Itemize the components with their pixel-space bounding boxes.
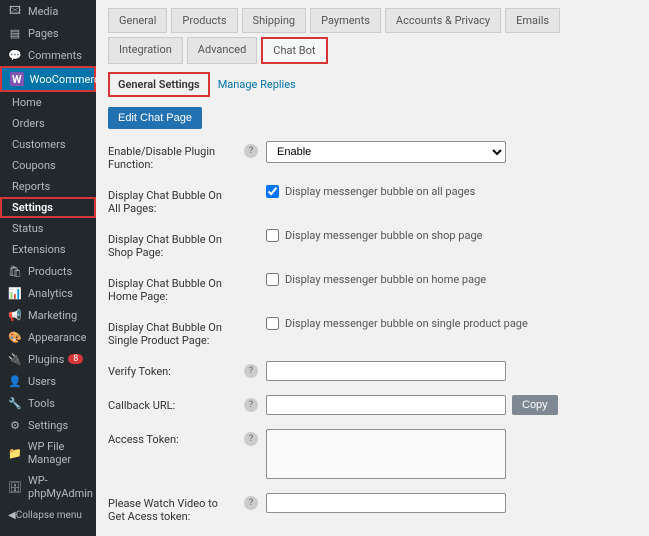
subtab-manage-replies[interactable]: Manage Replies xyxy=(210,74,304,95)
sidebar-item-comments[interactable]: 💬 Comments xyxy=(0,44,96,66)
sidebar-item-pages[interactable]: ▤ Pages xyxy=(0,22,96,44)
admin-sidebar: 🖾 Media ▤ Pages 💬 Comments W WooCommerce Hom… xyxy=(0,0,96,536)
analytics-icon: 📊 xyxy=(8,286,22,300)
label-video: Please Watch Video to Get Acess token: xyxy=(108,493,238,523)
sidebar-item-label: Products xyxy=(28,265,72,278)
tab-advanced[interactable]: Advanced xyxy=(187,37,257,64)
products-icon: 🛍 xyxy=(8,264,22,278)
appearance-icon: 🎨 xyxy=(8,330,22,344)
label-single: Display Chat Bubble On Single Product Pa… xyxy=(108,317,238,347)
sidebar-item-marketing[interactable]: 📢 Marketing xyxy=(0,304,96,326)
tab-chatbot[interactable]: Chat Bot xyxy=(261,37,327,64)
label-verify: Verify Token: xyxy=(108,361,238,378)
label-shop: Display Chat Bubble On Shop Page: xyxy=(108,229,238,259)
users-icon: 👤 xyxy=(8,374,22,388)
collapse-menu[interactable]: ◀Collapse menu xyxy=(0,504,96,527)
collapse-icon: ◀ xyxy=(8,510,16,521)
sidebar-item-products[interactable]: 🛍 Products xyxy=(0,260,96,282)
sidebar-item-label: WP File Manager xyxy=(28,440,88,466)
sidebar-sub-orders[interactable]: Orders xyxy=(0,113,96,134)
settings-tabs: General Products Shipping Payments Accou… xyxy=(108,8,637,64)
sidebar-item-label: Marketing xyxy=(28,309,77,322)
db-icon: 🗄 xyxy=(8,480,22,494)
help-icon[interactable]: ? xyxy=(244,398,258,412)
sidebar-item-appearance[interactable]: 🎨 Appearance xyxy=(0,326,96,348)
sub-tabs: General Settings Manage Replies xyxy=(108,72,637,97)
sidebar-item-tools[interactable]: 🔧 Tools xyxy=(0,392,96,414)
label-home: Display Chat Bubble On Home Page: xyxy=(108,273,238,303)
file-icon: 📁 xyxy=(8,446,22,460)
sidebar-item-wpfilemanager[interactable]: 📁 WP File Manager xyxy=(0,436,96,470)
help-icon[interactable]: ? xyxy=(244,496,258,510)
checkbox-home[interactable] xyxy=(266,273,279,286)
sidebar-item-label: Settings xyxy=(28,419,68,432)
tab-shipping[interactable]: Shipping xyxy=(242,8,307,33)
plugins-icon: 🔌 xyxy=(8,352,22,366)
label-enable: Enable/Disable Plugin Function: xyxy=(108,141,238,171)
sidebar-sub-extensions[interactable]: Extensions xyxy=(0,239,96,260)
sidebar-item-label: Pages xyxy=(28,27,59,40)
label-access: Access Token: xyxy=(108,429,238,446)
access-token-input[interactable] xyxy=(266,429,506,479)
sidebar-item-label: Media xyxy=(28,5,58,18)
woocommerce-icon: W xyxy=(10,72,24,86)
checkbox-single[interactable] xyxy=(266,317,279,330)
sidebar-item-settings[interactable]: ⚙ Settings xyxy=(0,414,96,436)
sidebar-sub-settings[interactable]: Settings xyxy=(0,197,96,218)
sidebar-item-label: Plugins xyxy=(28,353,64,366)
label-callback: Callback URL: xyxy=(108,395,238,412)
cb-label-allpages: Display messenger bubble on all pages xyxy=(285,185,475,198)
media-icon: 🖾 xyxy=(8,4,22,18)
tab-integration[interactable]: Integration xyxy=(108,37,183,64)
sidebar-item-woocommerce[interactable]: W WooCommerce xyxy=(0,66,96,92)
marketing-icon: 📢 xyxy=(8,308,22,322)
sidebar-item-label: WooCommerce xyxy=(30,73,96,86)
checkbox-allpages[interactable] xyxy=(266,185,279,198)
main-content: General Products Shipping Payments Accou… xyxy=(96,0,649,536)
sidebar-item-plugins[interactable]: 🔌 Plugins 8 xyxy=(0,348,96,370)
tab-emails[interactable]: Emails xyxy=(505,8,560,33)
help-icon[interactable]: ? xyxy=(244,432,258,446)
tab-products[interactable]: Products xyxy=(171,8,237,33)
sidebar-item-label: Appearance xyxy=(28,331,87,344)
cb-label-shop: Display messenger bubble on shop page xyxy=(285,229,482,242)
sidebar-sub-status[interactable]: Status xyxy=(0,218,96,239)
settings-icon: ⚙ xyxy=(8,418,22,432)
help-icon[interactable]: ? xyxy=(244,364,258,378)
help-icon[interactable]: ? xyxy=(244,144,258,158)
sidebar-sub-home[interactable]: Home xyxy=(0,92,96,113)
label-allpages: Display Chat Bubble On All Pages: xyxy=(108,185,238,215)
edit-chat-page-button[interactable]: Edit Chat Page xyxy=(108,107,202,129)
sidebar-item-label: Tools xyxy=(28,397,55,410)
sidebar-item-users[interactable]: 👤 Users xyxy=(0,370,96,392)
copy-button[interactable]: Copy xyxy=(512,395,558,415)
sidebar-item-media[interactable]: 🖾 Media xyxy=(0,0,96,22)
plugins-badge: 8 xyxy=(68,354,83,364)
sidebar-sub-customers[interactable]: Customers xyxy=(0,134,96,155)
callback-url-input[interactable] xyxy=(266,395,506,415)
cb-label-home: Display messenger bubble on home page xyxy=(285,273,486,286)
verify-token-input[interactable] xyxy=(266,361,506,381)
sidebar-item-label: Analytics xyxy=(28,287,73,300)
enable-select[interactable]: Enable xyxy=(266,141,506,163)
sidebar-item-analytics[interactable]: 📊 Analytics xyxy=(0,282,96,304)
comments-icon: 💬 xyxy=(8,48,22,62)
sidebar-sub-reports[interactable]: Reports xyxy=(0,176,96,197)
tab-accounts[interactable]: Accounts & Privacy xyxy=(385,8,501,33)
tab-payments[interactable]: Payments xyxy=(310,8,381,33)
sidebar-sub-coupons[interactable]: Coupons xyxy=(0,155,96,176)
tools-icon: 🔧 xyxy=(8,396,22,410)
sidebar-item-phpmyadmin[interactable]: 🗄 WP-phpMyAdmin xyxy=(0,470,96,504)
sidebar-item-label: Comments xyxy=(28,49,82,62)
cb-label-single: Display messenger bubble on single produ… xyxy=(285,317,528,330)
video-input[interactable] xyxy=(266,493,506,513)
checkbox-shop[interactable] xyxy=(266,229,279,242)
sidebar-item-label: WP-phpMyAdmin xyxy=(28,474,93,500)
tab-general[interactable]: General xyxy=(108,8,167,33)
sidebar-item-label: Users xyxy=(28,375,56,388)
subtab-general-settings[interactable]: General Settings xyxy=(108,72,210,97)
pages-icon: ▤ xyxy=(8,26,22,40)
